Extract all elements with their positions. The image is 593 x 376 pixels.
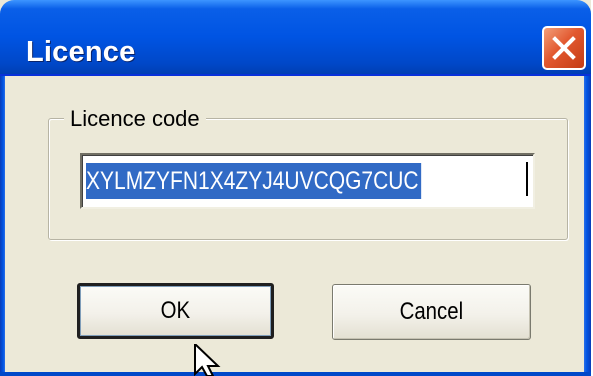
ok-button[interactable]: OK: [77, 283, 274, 339]
mouse-pointer-icon: [194, 344, 221, 376]
window-frame-right: [584, 76, 591, 376]
licence-code-selected-text: XYLMZYFN1X4ZYJ4UVCQG7CUC: [86, 163, 422, 199]
cancel-button-label: Cancel: [399, 298, 464, 325]
cancel-button[interactable]: Cancel: [332, 284, 531, 340]
licence-dialog: Licence Licence code XYLMZYFN1X4ZYJ4UVCQ…: [0, 0, 591, 376]
window-frame-left: [0, 76, 5, 376]
text-caret: [526, 162, 528, 196]
licence-code-label: Licence code: [64, 106, 206, 132]
title-bar[interactable]: Licence: [0, 0, 591, 76]
licence-code-input[interactable]: XYLMZYFN1X4ZYJ4UVCQG7CUC: [80, 153, 535, 209]
close-button[interactable]: [542, 26, 586, 70]
window-frame-bottom: [0, 372, 591, 376]
ok-button-label: OK: [160, 297, 191, 324]
window-title: Licence: [26, 36, 136, 68]
close-icon: [552, 36, 576, 60]
